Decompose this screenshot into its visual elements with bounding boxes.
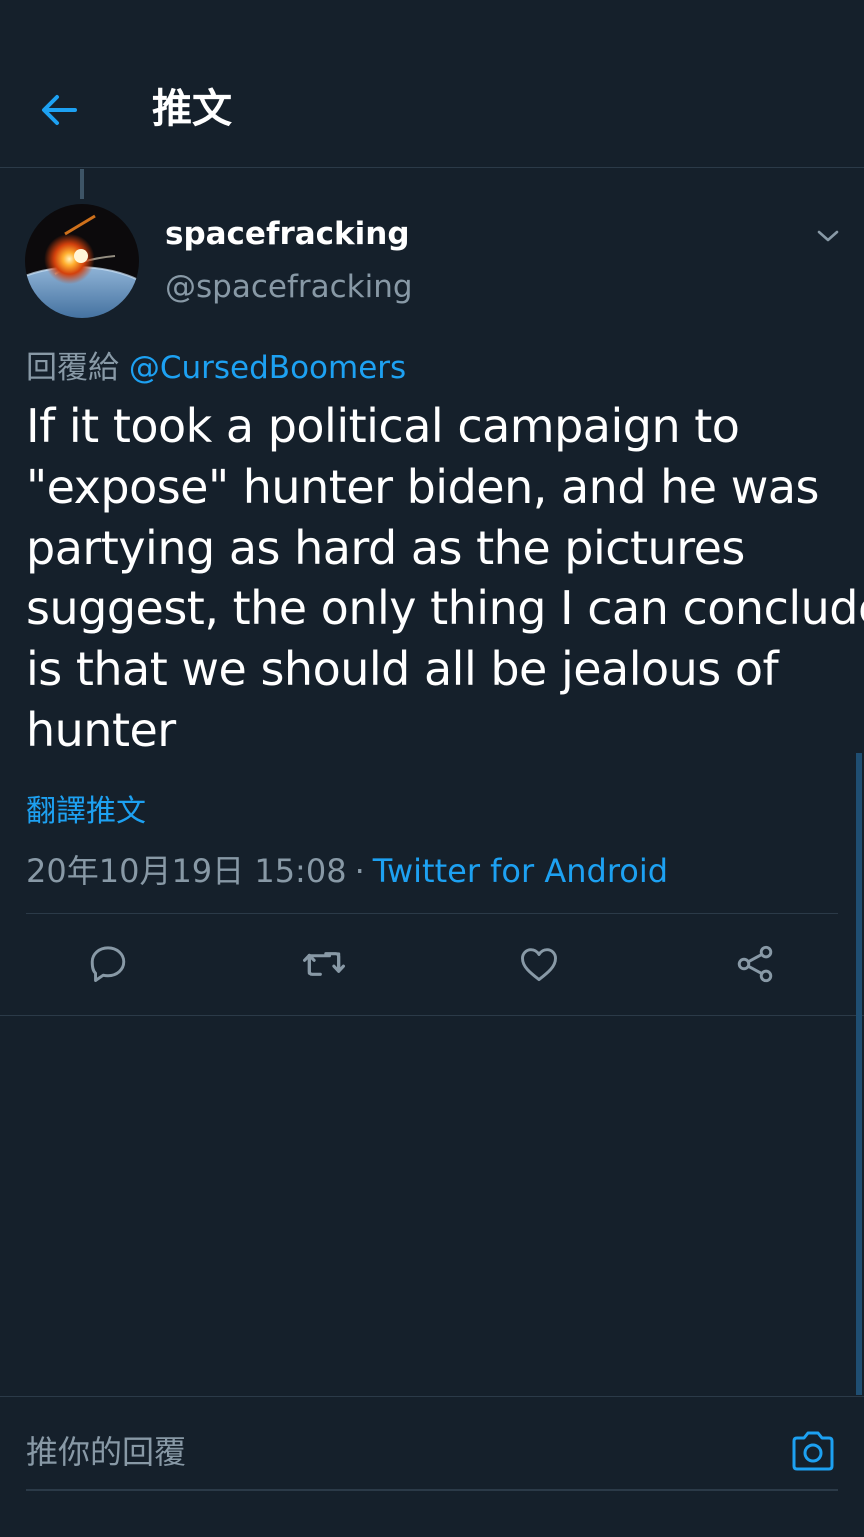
page-title: 推文 <box>152 86 232 132</box>
back-arrow-icon <box>42 95 77 125</box>
divider <box>0 1015 864 1016</box>
tweet-actions-bar <box>0 930 864 1000</box>
tweet-text-line: partying as hard as the pictures <box>26 520 745 575</box>
reply-mention-link[interactable]: @CursedBoomers <box>129 350 406 386</box>
scrollbar[interactable] <box>856 753 862 1395</box>
separator-dot: · <box>354 852 365 890</box>
retweet-button[interactable] <box>294 930 354 998</box>
avatar[interactable] <box>25 204 139 318</box>
share-button[interactable] <box>725 930 785 998</box>
more-options-button[interactable] <box>808 220 848 252</box>
like-icon <box>521 948 557 982</box>
timestamp: 20年10月19日 15:08 <box>26 852 347 890</box>
tweet-text: If it took a political campaign to "expo… <box>26 396 864 761</box>
tweet-text-line: hunter <box>26 702 176 757</box>
tweet-text-line: "expose" hunter biden, and he was <box>26 459 820 514</box>
reply-button[interactable] <box>78 930 138 998</box>
like-button[interactable] <box>509 930 569 998</box>
reply-icon <box>90 946 126 982</box>
reply-prefix: 回覆給 <box>26 350 119 386</box>
reply-input-underline <box>26 1489 838 1491</box>
back-button[interactable] <box>36 88 82 132</box>
chevron-down-icon <box>817 230 839 242</box>
source-link[interactable]: Twitter for Android <box>373 852 668 890</box>
translate-tweet-link[interactable]: 翻譯推文 <box>26 786 146 830</box>
reply-input[interactable] <box>26 1426 766 1478</box>
tweet-text-line: is that we should all be jealous of <box>26 642 779 697</box>
tweet-text-line: If it took a political campaign to <box>26 399 740 453</box>
reply-context: 回覆給 @CursedBoomers <box>26 342 406 387</box>
tweet-text-line: suggest, the only thing I can conclude <box>26 581 864 636</box>
user-handle[interactable]: @spacefracking <box>165 269 413 305</box>
avatar-image <box>25 204 139 318</box>
display-name[interactable]: spacefracking <box>165 216 410 252</box>
divider <box>26 913 838 914</box>
thread-connector-line <box>80 169 84 199</box>
top-app-bar: 推文 <box>0 0 864 168</box>
retweet-icon <box>303 952 345 976</box>
tweet-metadata: 20年10月19日 15:08 · Twitter for Android <box>26 846 668 892</box>
camera-icon <box>792 1431 834 1471</box>
camera-button[interactable] <box>788 1428 838 1474</box>
share-icon <box>737 945 773 983</box>
